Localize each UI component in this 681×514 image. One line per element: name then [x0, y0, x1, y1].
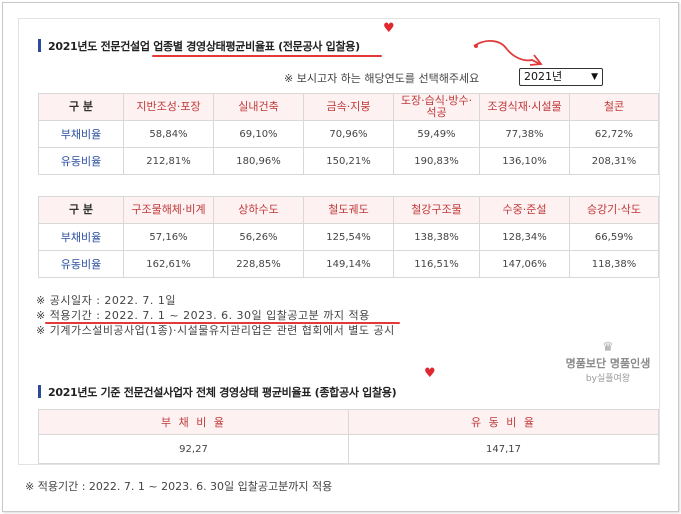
footer-note: ※ 적용기간 : 2022. 7. 1 ~ 2023. 6. 30일 입찰공고분…	[25, 480, 333, 493]
table-cell: 116,51%	[393, 250, 480, 278]
year-select[interactable]: 2021년 ▼	[519, 68, 603, 86]
table-cell: 138,38%	[393, 223, 480, 251]
table-cell: 212,81%	[123, 147, 214, 175]
table-cell: 118,38%	[569, 250, 659, 278]
table-header-row: 부 채 비 율 유 동 비 율	[38, 409, 659, 435]
header-cell: 유 동 비 율	[348, 409, 659, 435]
table-cell: 228,85%	[213, 250, 304, 278]
table-cell: 56,26%	[213, 223, 304, 251]
ratio-table-1: 구 분 지반조성·포장 실내건축 금속·지붕 도장·습식·방수·석공 조경식재·…	[38, 93, 659, 175]
table-row: 92,27 147,17	[38, 434, 659, 464]
row-label: 유동비율	[38, 147, 124, 175]
header-cell: 승강기·삭도	[569, 196, 659, 224]
table-cell: 149,14%	[303, 250, 394, 278]
table-header-row: 구 분 지반조성·포장 실내건축 금속·지붕 도장·습식·방수·석공 조경식재·…	[38, 93, 659, 121]
row-label: 부채비율	[38, 223, 124, 251]
table-cell: 128,34%	[479, 223, 570, 251]
header-cell: 실내건축	[213, 93, 304, 121]
table-cell: 70,96%	[303, 120, 394, 148]
row-label: 유동비율	[38, 250, 124, 278]
table-cell: 66,59%	[569, 223, 659, 251]
table-cell: 180,96%	[213, 147, 304, 175]
table-cell: 77,38%	[479, 120, 570, 148]
overall-ratio-table: 부 채 비 율 유 동 비 율 92,27 147,17	[38, 409, 659, 464]
chevron-down-icon: ▼	[591, 72, 598, 82]
title-bar-marker	[38, 39, 41, 52]
table-header-row: 구 분 구조물해체·비계 상하수도 철도궤도 철강구조물 수중·준설 승강기·삭…	[38, 196, 659, 224]
header-cell: 수중·준설	[479, 196, 570, 224]
table-cell: 59,49%	[393, 120, 480, 148]
table-cell: 69,10%	[213, 120, 304, 148]
table-row: 유동비율 212,81% 180,96% 150,21% 190,83% 136…	[38, 147, 659, 175]
watermark-sub: by실플여왕	[585, 374, 631, 384]
header-cell: 철도궤도	[303, 196, 394, 224]
watermark-main: 명품보단 명품인생	[565, 357, 651, 370]
header-cell: 금속·지붕	[303, 93, 394, 121]
section2-title: 2021년도 기준 전문건설사업자 전체 경영상태 평균비율표 (종합공사 입찰…	[38, 384, 397, 400]
header-cell: 철콘	[569, 93, 659, 121]
table-row: 부채비율 57,16% 56,26% 125,54% 138,38% 128,3…	[38, 223, 659, 251]
year-selector-prompt: ※ 보시고자 하는 해당연도를 선택해주세요	[284, 72, 480, 85]
table-cell: 208,31%	[569, 147, 659, 175]
header-cell: 조경식재·시설물	[479, 93, 570, 121]
row-label: 부채비율	[38, 120, 124, 148]
highlight-underline	[152, 55, 382, 57]
table-cell: 57,16%	[123, 223, 214, 251]
table-cell: 147,06%	[479, 250, 570, 278]
table-row: 유동비율 162,61% 228,85% 149,14% 116,51% 147…	[38, 250, 659, 278]
header-cell: 철강구조물	[393, 196, 480, 224]
header-cell: 상하수도	[213, 196, 304, 224]
table-cell: 62,72%	[569, 120, 659, 148]
header-cell: 구 분	[38, 93, 124, 121]
header-cell: 구조물해체·비계	[123, 196, 214, 224]
section1-title: 2021년도 전문건설업 업종별 경영상태평균비율표 (전문공사 입찰용)	[38, 38, 360, 54]
year-select-value: 2021년	[524, 70, 563, 83]
header-cell: 지반조성·포장	[123, 93, 214, 121]
notes-block: ※ 공시일자 : 2022. 7. 1일 ※ 적용기간 : 2022. 7. 1…	[36, 293, 395, 338]
table-cell: 150,21%	[303, 147, 394, 175]
ratio-table-2: 구 분 구조물해체·비계 상하수도 철도궤도 철강구조물 수중·준설 승강기·삭…	[38, 196, 659, 278]
table-cell: 92,27	[38, 434, 349, 464]
section1-title-text: 2021년도 전문건설업 업종별 경영상태평균비율표 (전문공사 입찰용)	[48, 40, 360, 53]
note-separate-notice: ※ 기계가스설비공사업(1종)·시설물유지관리업은 관련 협회에서 별도 공시	[36, 324, 395, 337]
header-cell: 구 분	[38, 196, 124, 224]
heart-icon: ♥	[424, 366, 436, 381]
title-bar-marker	[38, 385, 41, 398]
table-row: 부채비율 58,84% 69,10% 70,96% 59,49% 77,38% …	[38, 120, 659, 148]
section2-title-text: 2021년도 기준 전문건설사업자 전체 경영상태 평균비율표 (종합공사 입찰…	[48, 386, 397, 399]
header-cell: 부 채 비 율	[38, 409, 349, 435]
header-cell: 도장·습식·방수·석공	[393, 93, 480, 121]
heart-icon: ♥	[383, 21, 395, 36]
watermark: ♛ 명품보단 명품인생 by실플여왕	[548, 340, 668, 384]
table-cell: 162,61%	[123, 250, 214, 278]
crown-icon: ♛	[602, 340, 614, 355]
table-cell: 136,10%	[479, 147, 570, 175]
highlight-underline	[45, 322, 400, 324]
note-announce-date: ※ 공시일자 : 2022. 7. 1일	[36, 294, 176, 307]
table-cell: 58,84%	[123, 120, 214, 148]
table-cell: 190,83%	[393, 147, 480, 175]
table-cell: 147,17	[348, 434, 659, 464]
note-apply-period: ※ 적용기간 : 2022. 7. 1 ~ 2023. 6. 30일 입찰공고분…	[36, 309, 370, 322]
table-cell: 125,54%	[303, 223, 394, 251]
